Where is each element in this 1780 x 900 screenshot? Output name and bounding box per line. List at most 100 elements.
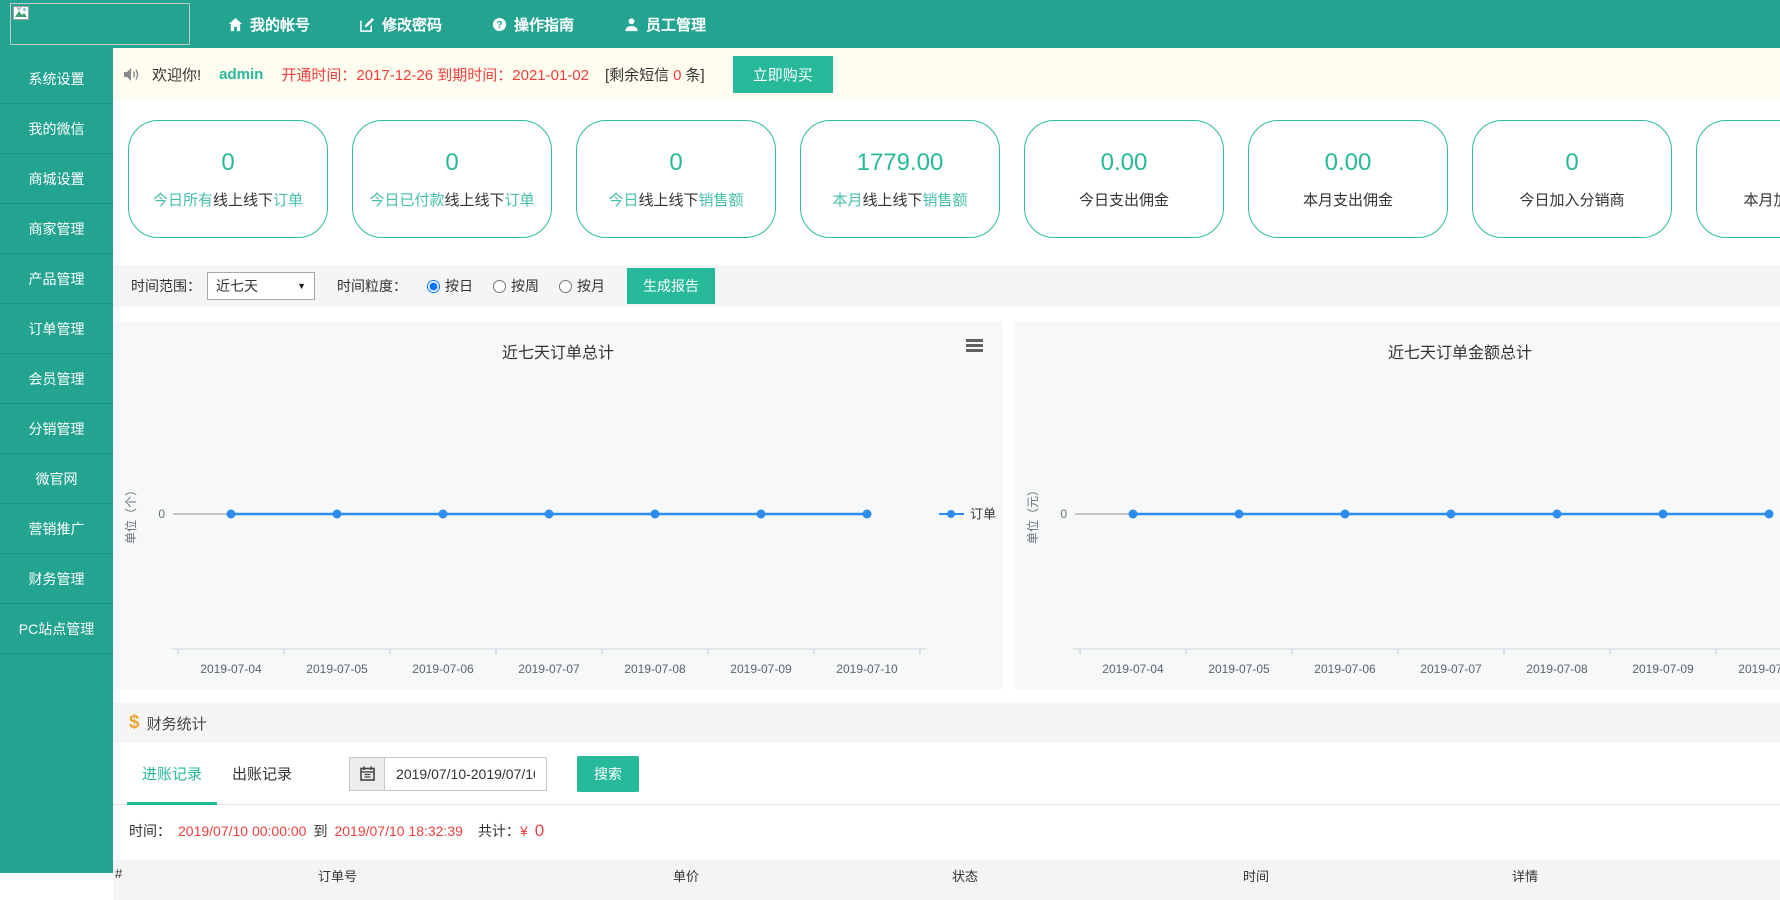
topbar-item-staff-management[interactable]: 员工管理 — [624, 14, 706, 35]
sidebar-item-member-management[interactable]: 会员管理 — [0, 354, 113, 404]
finance-section-title: 财务统计 — [147, 713, 207, 734]
topbar-menu: 我的帐号 修改密码 ?操作指南 员工管理 — [228, 0, 706, 48]
sms-suffix: 条] — [686, 67, 705, 84]
sidebar-item-finance-management[interactable]: 财务管理 — [0, 554, 113, 604]
card-label-part: 线上线下 — [862, 192, 922, 209]
buy-now-button[interactable]: 立即购买 — [733, 56, 833, 93]
sidebar-item-marketing-promotion[interactable]: 营销推广 — [0, 504, 113, 554]
date-range-input[interactable] — [385, 757, 547, 791]
topbar-item-operation-guide[interactable]: ?操作指南 — [492, 14, 574, 35]
card-label-part: 今日加入分销商 — [1519, 192, 1624, 209]
sidebar-item-micro-site[interactable]: 微官网 — [0, 454, 113, 504]
card-label-part: 本月支出佣金 — [1303, 192, 1393, 209]
chart-menu-icon[interactable] — [966, 339, 983, 354]
card-label-part: 本月 — [832, 192, 862, 209]
table-header-col-0: # — [115, 866, 122, 881]
svg-text:2019-07-05: 2019-07-05 — [1208, 662, 1270, 676]
card-label: 本月支出佣金 — [1303, 189, 1393, 210]
date-range-group — [349, 757, 547, 791]
order-amount-line-chart: 单位（元）02019-07-042019-07-052019-07-062019… — [1015, 369, 1780, 689]
topbar-item-label: 我的帐号 — [250, 14, 310, 35]
card-label: 今日所有线上线下订单 — [153, 189, 303, 210]
card-label-part: 本月加入分销商 — [1743, 192, 1780, 209]
orders-line-chart: 单位（个） 0 2019-07-04 2019-07-05 2019-07-06 2019… — [113, 369, 1003, 689]
radio-by-month[interactable] — [559, 280, 572, 293]
sidebar-menu: 系统设置我的微信商城设置商家管理产品管理订单管理会员管理分销管理微官网营销推广财… — [0, 48, 113, 873]
granularity-options: 按日 按周按月 — [407, 276, 605, 296]
dollar-icon: $ — [129, 712, 140, 734]
sidebar-item-distribution-management[interactable]: 分销管理 — [0, 404, 113, 454]
stat-card-today-sales[interactable]: 0今日线上线下销售额 — [576, 120, 776, 238]
svg-text:2019-07-04: 2019-07-04 — [200, 662, 262, 676]
stat-card-month-commission-paid[interactable]: 0.00 本月支出佣金 — [1248, 120, 1448, 238]
stat-card-month-new-distributors[interactable]: 1本月加入分销商 — [1696, 120, 1780, 238]
svg-text:?: ? — [497, 19, 503, 30]
topbar-item-change-password[interactable]: 修改密码 — [360, 14, 442, 35]
time-from: 2019/07/10 00:00:00 — [178, 823, 306, 839]
svg-text:2019-07-06: 2019-07-06 — [1314, 662, 1376, 676]
svg-text:2019-07-06: 2019-07-06 — [412, 662, 474, 676]
svg-text:0: 0 — [1060, 507, 1067, 521]
table-header-col-2: 单价 — [673, 866, 699, 885]
card-value: 1779.00 — [857, 149, 944, 177]
search-button[interactable]: 搜索 — [577, 756, 639, 792]
sidebar-item-pc-site-management[interactable]: PC站点管理 — [0, 604, 113, 654]
card-label-part: 订单 — [505, 192, 535, 209]
stat-card-today-all-orders[interactable]: 0今日所有线上线下订单 — [128, 120, 328, 238]
report-filter-bar: 时间范围： 近七天 ▼ 时间粒度： 按日按周按月 生成报告 — [113, 265, 1780, 307]
username: admin — [219, 66, 263, 83]
card-label: 今日已付款线上线下订单 — [369, 189, 534, 210]
card-label-part: 销售额 — [923, 192, 968, 209]
sidebar-item-order-management[interactable]: 订单管理 — [0, 304, 113, 354]
svg-text:单位（个）: 单位（个） — [123, 484, 138, 544]
radio-by-day[interactable] — [427, 280, 440, 293]
welcome-bar: 欢迎你! admin 开通时间：2017-12-26 到期时间：2021-01-… — [113, 48, 1780, 100]
sidebar-item-product-management[interactable]: 产品管理 — [0, 254, 113, 304]
edit-icon — [360, 17, 375, 32]
topbar-item-my-account[interactable]: 我的帐号 — [228, 14, 310, 35]
stat-card-month-sales[interactable]: 1779.00 本月线上线下销售额 — [800, 120, 1000, 238]
order-amount-chart-title: 近七天订单金额总计 — [1015, 321, 1780, 369]
granularity-option-by-week[interactable]: 按周 — [493, 276, 539, 296]
svg-text:2019-07-05: 2019-07-05 — [306, 662, 368, 676]
card-label-part: 今日所有 — [153, 192, 213, 209]
granularity-option-by-month[interactable]: 按月 — [559, 276, 605, 296]
svg-text:订单: 订单 — [970, 507, 996, 522]
sidebar-item-system-settings[interactable]: 系统设置 — [0, 54, 113, 104]
table-header-col-5: 详情 — [1512, 866, 1538, 885]
orders-chart-panel: 近七天订单总计 单位（个）02019-07-042019-07-052019-0… — [113, 321, 1003, 689]
stat-card-today-paid-orders[interactable]: 0今日已付款线上线下订单 — [352, 120, 552, 238]
card-label-part: 订单 — [273, 192, 303, 209]
users-icon — [624, 17, 639, 32]
records-table-header: #订单号单价状态时间详情 — [113, 860, 1780, 900]
card-value: 0.00 — [1325, 149, 1372, 177]
radio-label: 按周 — [511, 276, 539, 296]
card-label-part: 线上线下 — [213, 192, 273, 209]
stat-card-today-new-distributors[interactable]: 0今日加入分销商 — [1472, 120, 1672, 238]
total-amount: ¥0 — [520, 821, 551, 841]
broken-image-icon — [13, 6, 29, 20]
sms-count: 0 — [669, 67, 685, 84]
tab-income-records[interactable]: 进账记录 — [127, 743, 217, 804]
stat-card-today-commission-paid[interactable]: 0.00今日支出佣金 — [1024, 120, 1224, 238]
svg-text:2019-07-10: 2019-07-10 — [1738, 662, 1780, 676]
order-amount-chart-panel: 近七天订单金额总计 单位（元）02019-07-042019-07-052019… — [1015, 321, 1780, 689]
granularity-option-by-day[interactable]: 按日 — [427, 276, 473, 296]
card-label-part: 线上线下 — [638, 192, 698, 209]
total-value: 0 — [535, 821, 544, 840]
radio-by-week[interactable] — [493, 280, 506, 293]
sidebar-item-mall-settings[interactable]: 商城设置 — [0, 154, 113, 204]
sidebar-item-merchant-management[interactable]: 商家管理 — [0, 204, 113, 254]
svg-text:2019-07-08: 2019-07-08 — [1526, 662, 1588, 676]
svg-text:2019-07-10: 2019-07-10 — [836, 662, 898, 676]
tab-expense-records[interactable]: 出账记录 — [217, 743, 307, 804]
time-range-select[interactable]: 近七天 ▼ — [207, 272, 315, 300]
radio-label: 按日 — [445, 276, 473, 296]
card-label: 今日支出佣金 — [1079, 189, 1169, 210]
generate-report-button[interactable]: 生成报告 — [627, 268, 715, 304]
sidebar-item-my-wechat[interactable]: 我的微信 — [0, 104, 113, 154]
calendar-icon[interactable] — [349, 757, 385, 791]
card-label-part: 今日 — [608, 192, 638, 209]
svg-text:0: 0 — [158, 507, 165, 521]
svg-text:2019-07-09: 2019-07-09 — [730, 662, 792, 676]
